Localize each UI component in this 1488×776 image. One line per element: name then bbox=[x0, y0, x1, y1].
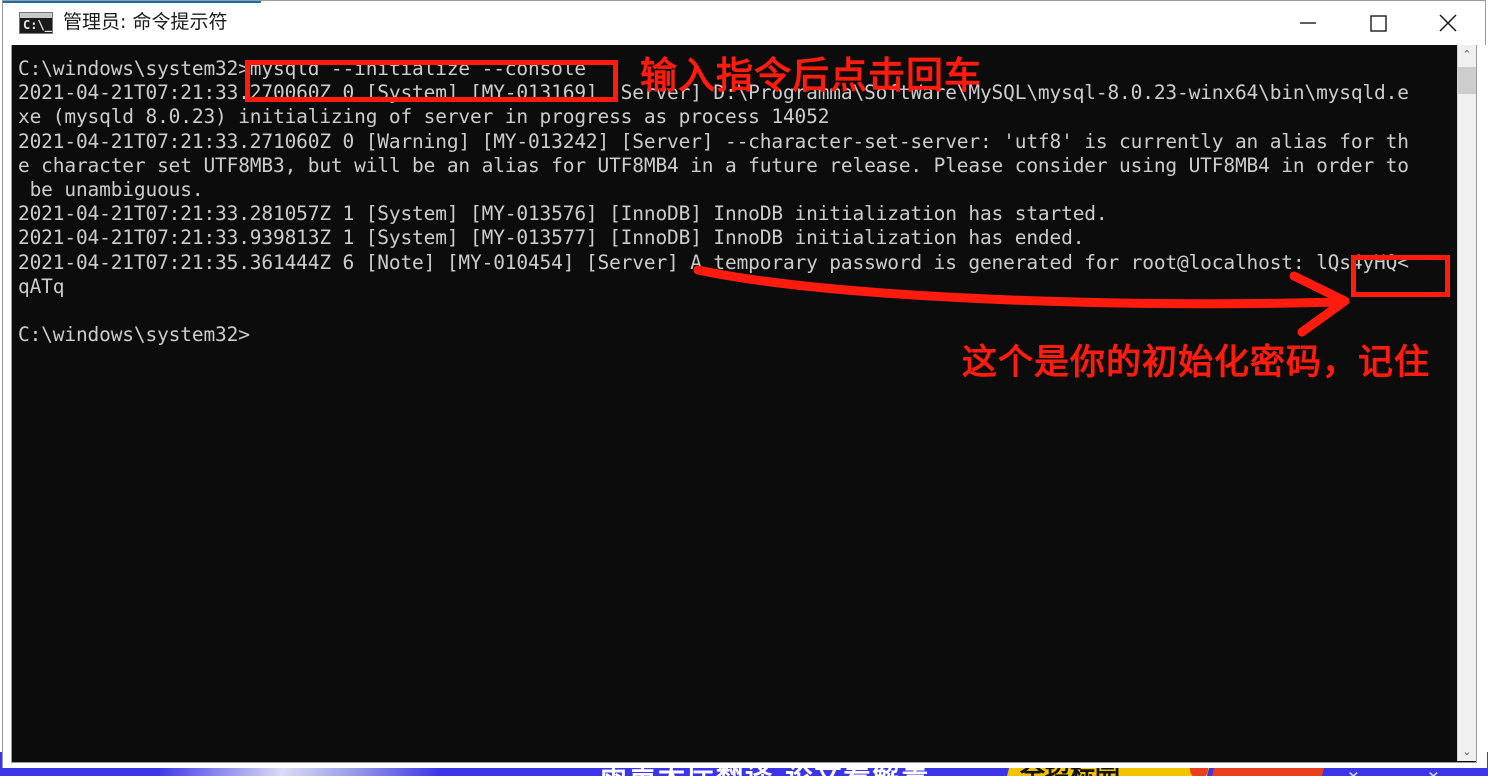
console-line: qATq bbox=[18, 274, 65, 298]
console-area: C:\windows\system32>mysqld --initialize … bbox=[3, 45, 1487, 768]
scroll-down-arrow-icon[interactable]: ⌄ bbox=[1458, 742, 1476, 761]
annotation-bottom-note: 这个是你的初始化密码，记住 bbox=[962, 343, 1431, 383]
console-line: be unambiguous. bbox=[18, 177, 204, 201]
window-title: 管理员: 命令提示符 bbox=[63, 11, 228, 33]
annotation-top-note: 输入指令后点击回车 bbox=[640, 54, 982, 97]
titlebar-accent-line bbox=[3, 1, 261, 3]
console-scrollbar[interactable]: ⌃ ⌄ bbox=[1457, 45, 1476, 761]
cmd-icon: C:\_ bbox=[19, 12, 53, 34]
console-line: 2021-04-21T07:21:35.361444Z 6 [Note] [MY… bbox=[18, 250, 1409, 274]
minimize-button[interactable] bbox=[1273, 1, 1343, 45]
console-screen[interactable]: C:\windows\system32>mysqld --initialize … bbox=[12, 45, 1458, 761]
console-line: 2021-04-21T07:21:33.939813Z 1 [System] [… bbox=[18, 226, 1085, 250]
close-icon bbox=[1439, 14, 1457, 32]
console-line: xe (mysqld 8.0.23) initializing of serve… bbox=[18, 105, 830, 129]
cmd-icon-glyph: C:\_ bbox=[23, 18, 52, 32]
console-line: 2021-04-21T07:21:33.271060Z 0 [Warning] … bbox=[18, 129, 1409, 153]
console-line: 2021-04-21T07:21:33.281057Z 1 [System] [… bbox=[18, 202, 1108, 226]
maximize-icon bbox=[1370, 15, 1387, 32]
console-output-text: C:\windows\system32>mysqld --initialize … bbox=[18, 57, 1458, 347]
close-button[interactable] bbox=[1413, 1, 1483, 45]
scrollbar-thumb[interactable] bbox=[1458, 67, 1476, 94]
scroll-up-arrow-icon[interactable]: ⌃ bbox=[1458, 45, 1476, 64]
maximize-button[interactable] bbox=[1343, 1, 1413, 45]
window-titlebar[interactable]: C:\_ 管理员: 命令提示符 bbox=[3, 1, 1485, 46]
console-frame: C:\windows\system32>mysqld --initialize … bbox=[11, 45, 1477, 763]
console-line: e character set UTF8MB3, but will be an … bbox=[18, 153, 1409, 177]
minimize-icon bbox=[1300, 22, 1316, 24]
